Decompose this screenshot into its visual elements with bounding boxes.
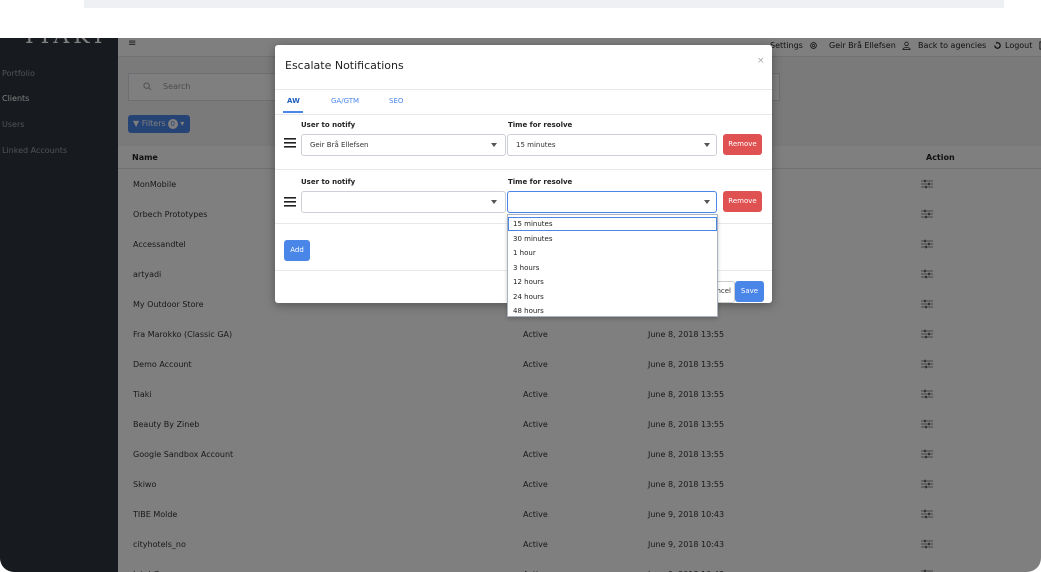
drag-handle-icon[interactable]	[284, 197, 296, 207]
close-icon[interactable]: ×	[757, 56, 765, 66]
dropdown-option-label: 15 minutes	[513, 220, 553, 228]
dropdown-option[interactable]: 48 hours	[508, 304, 717, 318]
tab-ga-gtm[interactable]: GA/GTM	[331, 97, 359, 105]
time-select[interactable]	[507, 191, 717, 213]
chevron-down-icon	[491, 200, 497, 204]
tab-seo[interactable]: SEO	[389, 97, 403, 105]
time-select-value: 15 minutes	[516, 141, 556, 149]
tab-aw[interactable]: AW	[287, 97, 300, 105]
time-dropdown-list: 15 minutes 30 minutes 1 hour 3 hours 12 hour…	[507, 214, 718, 317]
save-button[interactable]: Save	[735, 281, 764, 302]
dropdown-option[interactable]: 24 hours	[508, 290, 717, 304]
dropdown-option-label: 12 hours	[513, 278, 544, 286]
dropdown-option[interactable]: 1 hour	[508, 246, 717, 260]
dropdown-option-label: 30 minutes	[513, 234, 553, 243]
time-select[interactable]: 15 minutes	[507, 134, 717, 156]
dropdown-option-label: 24 hours	[513, 292, 544, 301]
dropdown-option[interactable]: 3 hours	[508, 261, 717, 275]
notification-row: User to notify Time for resolve Geir Brå…	[275, 121, 772, 175]
dropdown-option-label: 3 hours	[513, 263, 540, 272]
chevron-down-icon	[491, 143, 497, 147]
row-divider	[275, 169, 772, 170]
remove-button[interactable]: Remove	[723, 134, 762, 155]
app-window: TIAKI Portfolio Clients Users Linked Acc…	[0, 38, 1041, 572]
browser-address-bar	[84, 0, 1004, 8]
time-for-resolve-label: Time for resolve	[508, 178, 573, 186]
dropdown-option[interactable]: 30 minutes	[508, 232, 717, 246]
user-select-value: Geir Brå Ellefsen	[310, 141, 369, 149]
dropdown-option[interactable]: 12 hours	[508, 275, 717, 289]
active-tab-indicator	[283, 111, 303, 113]
chevron-down-icon	[704, 143, 710, 147]
dropdown-option[interactable]: 15 minutes	[508, 217, 717, 231]
user-to-notify-label: User to notify	[301, 121, 356, 129]
add-button[interactable]: Add	[284, 240, 310, 261]
user-select[interactable]: Geir Brå Ellefsen	[301, 134, 506, 156]
dropdown-option-label: 48 hours	[513, 307, 544, 315]
remove-button[interactable]: Remove	[723, 191, 762, 212]
chevron-down-icon	[704, 200, 710, 204]
dropdown-option-label: 1 hour	[513, 249, 536, 257]
modal-title: Escalate Notifications	[285, 59, 404, 72]
modal-tabs: AW GA/GTM SEO	[275, 89, 772, 115]
user-to-notify-label: User to notify	[301, 178, 356, 186]
drag-handle-icon[interactable]	[284, 138, 296, 148]
user-select[interactable]	[301, 191, 506, 213]
time-for-resolve-label: Time for resolve	[508, 121, 573, 129]
